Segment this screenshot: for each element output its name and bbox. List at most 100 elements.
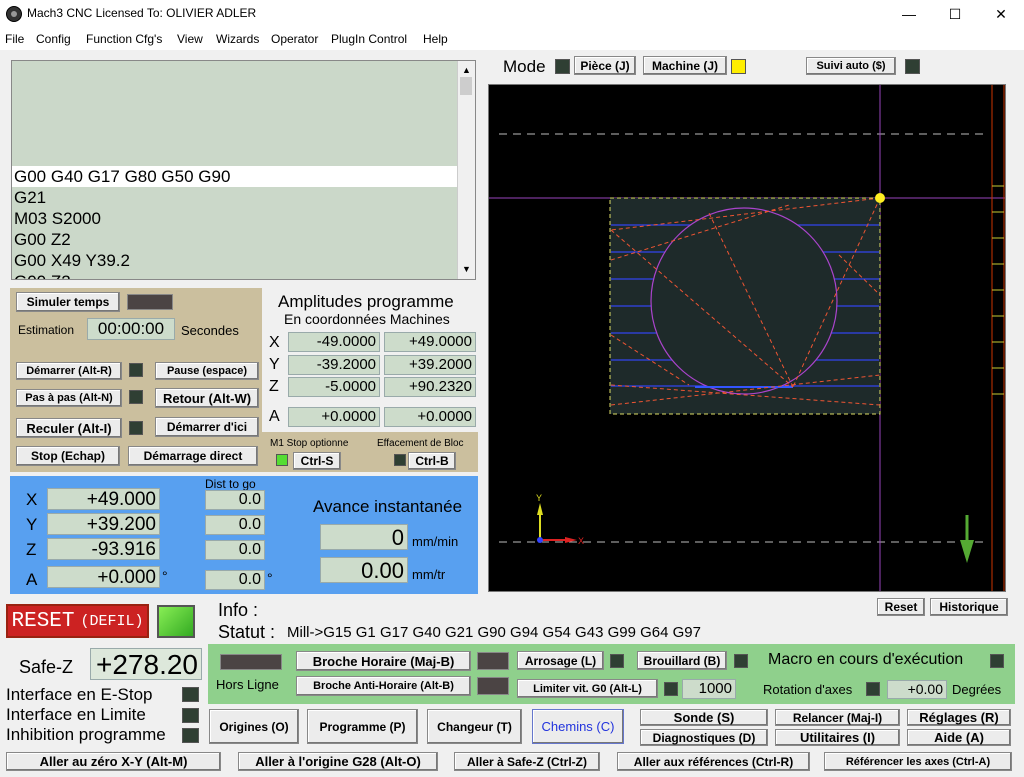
offline-indicator [220,654,282,670]
feed-value: 0 [320,524,408,550]
dro-y-value[interactable]: +39.200 [47,513,160,535]
block-delete-led [394,454,406,466]
reset-led [157,605,195,638]
close-icon[interactable]: ✕ [978,0,1024,28]
menu-config[interactable]: Config [36,32,71,46]
toolpath-display[interactable]: Y X [488,84,1006,592]
estop-led [182,687,199,702]
svg-text:Y: Y [536,493,542,503]
amplitudes-subtitle: En coordonnées Machines [284,311,450,327]
step-button[interactable]: Pas à pas (Alt-N) [16,389,122,407]
menu-help[interactable]: Help [423,32,448,46]
limit-g0-value[interactable]: 1000 [682,679,736,699]
simulate-indicator [127,294,173,310]
toolpath-history-button[interactable]: Historique [930,598,1008,616]
macro-running-label: Macro en cours d'exécution [768,651,964,668]
goto-home-g28-button[interactable]: Aller à l'origine G28 (Alt-O) [238,752,438,771]
pause-button[interactable]: Pause (espace) [155,362,259,380]
feed-unit: mm/min [412,534,459,549]
goto-references-button[interactable]: Aller aux références (Ctrl-R) [617,752,810,771]
menu-plugin-control[interactable]: PlugIn Control [331,32,407,46]
amp-y-max: +39.2000 [384,355,476,375]
safe-z-value[interactable]: +278.20 [90,648,202,680]
dro-axis-y: Y [26,515,38,534]
reset-sublabel: (DEFIL) [80,612,144,630]
maximize-icon[interactable]: ☐ [932,0,978,28]
window-title: Mach3 CNC Licensed To: OLIVIER ADLER [27,6,257,20]
back-button[interactable]: Retour (Alt-W) [155,388,259,408]
gcode-listing[interactable]: G00 G40 G17 G80 G50 G90 G21 M03 S2000 G0… [11,60,476,280]
tab-utilities[interactable]: Utilitaires (I) [775,729,900,746]
spindle-ccw-indicator [477,677,509,695]
axis-triad-icon: Y X [536,493,584,546]
tab-probe[interactable]: Sonde (S) [640,709,768,726]
dro-axis-a: A [26,570,38,589]
limit-led [182,708,199,723]
machine-mode-button[interactable]: Machine (J) [643,56,727,75]
menu-function-cfgs[interactable]: Function Cfg's [86,32,162,46]
spindle-cw-indicator [477,652,509,670]
title-bar: Mach3 CNC Licensed To: OLIVIER ADLER — ☐… [0,0,1024,28]
m1-stop-button[interactable]: Ctrl-S [293,452,341,470]
scale-ticks [992,185,1004,395]
gcode-line: G00 Z2 [14,272,71,279]
spindle-ccw-button[interactable]: Broche Anti-Horaire (Alt-B) [296,676,471,696]
dro-z-value[interactable]: -93.916 [47,538,160,560]
tab-paths[interactable]: Chemins (C) [532,709,624,744]
toolpath-reset-button[interactable]: Reset [877,598,925,616]
menu-wizards[interactable]: Wizards [216,32,259,46]
tab-origins[interactable]: Origines (O) [209,709,299,744]
block-delete-button[interactable]: Ctrl-B [408,452,456,470]
menu-file[interactable]: File [5,32,24,46]
piece-mode-button[interactable]: Pièce (J) [574,56,636,75]
tab-program[interactable]: Programme (P) [307,709,418,744]
scroll-thumb[interactable] [460,77,472,95]
gcode-current-line: G00 G40 G17 G80 G50 G90 [14,167,231,186]
dro-z-dist: 0.0 [205,540,265,560]
follow-auto-button[interactable]: Suivi auto ($) [806,57,896,75]
goto-safe-z-button[interactable]: Aller à Safe-Z (Ctrl-Z) [454,752,600,771]
start-button[interactable]: Démarrer (Alt-R) [16,362,122,380]
tab-restart[interactable]: Relancer (Maj-I) [775,709,900,726]
stop-button[interactable]: Stop (Echap) [16,446,120,466]
rotation-value[interactable]: +0.00 [887,680,947,699]
menu-operator[interactable]: Operator [271,32,318,46]
estimation-value: 00:00:00 [87,318,175,340]
goto-zero-xy-button[interactable]: Aller au zéro X-Y (Alt-M) [6,752,221,771]
direct-start-button[interactable]: Démarrage direct [128,446,258,466]
reset-button[interactable]: RESET (DEFIL) [6,604,149,638]
dro-a-dist: 0.0 [205,570,265,590]
dro-x-dist: 0.0 [205,490,265,510]
simulate-time-button[interactable]: Simuler temps [16,292,120,312]
mist-button[interactable]: Brouillard (B) [637,651,727,670]
reverse-button[interactable]: Reculer (Alt-I) [16,418,122,438]
reset-label: RESET [11,609,75,633]
tab-settings[interactable]: Réglages (R) [907,709,1011,726]
spindle-cw-button[interactable]: Broche Horaire (Maj-B) [296,651,471,671]
status-value: Mill->G15 G1 G17 G40 G21 G90 G94 G54 G43… [287,624,701,641]
amp-axis-x: X [269,334,280,351]
gcode-scrollbar[interactable]: ▲ ▼ [457,61,475,279]
tab-changer[interactable]: Changeur (T) [427,709,522,744]
gcode-line: G21 [14,188,47,207]
coolant-button[interactable]: Arrosage (L) [517,651,604,670]
mode-label: Mode [503,57,546,76]
m1-stop-led [276,454,288,466]
minimize-icon[interactable]: — [886,0,932,28]
coolant-led [610,654,624,668]
amp-axis-a: A [269,408,280,425]
scroll-down-icon[interactable]: ▼ [462,264,471,274]
menu-view[interactable]: View [177,32,203,46]
limit-g0-button[interactable]: Limiter vit. G0 (Alt-L) [517,679,658,698]
start-here-button[interactable]: Démarrer d'ici [155,417,259,437]
dro-a-value[interactable]: +0.000 [47,566,160,588]
scroll-up-icon[interactable]: ▲ [462,65,471,75]
dro-x-value[interactable]: +49.000 [47,488,160,510]
rotation-label: Rotation d'axes [763,682,853,697]
reference-axes-button[interactable]: Référencer les axes (Ctrl-A) [824,752,1012,771]
tab-diagnostics[interactable]: Diagnostiques (D) [640,729,768,746]
dro-y-dist: 0.0 [205,515,265,535]
tab-help[interactable]: Aide (A) [907,729,1011,746]
inhibit-led [182,728,199,743]
dro-axis-x: X [26,490,38,509]
